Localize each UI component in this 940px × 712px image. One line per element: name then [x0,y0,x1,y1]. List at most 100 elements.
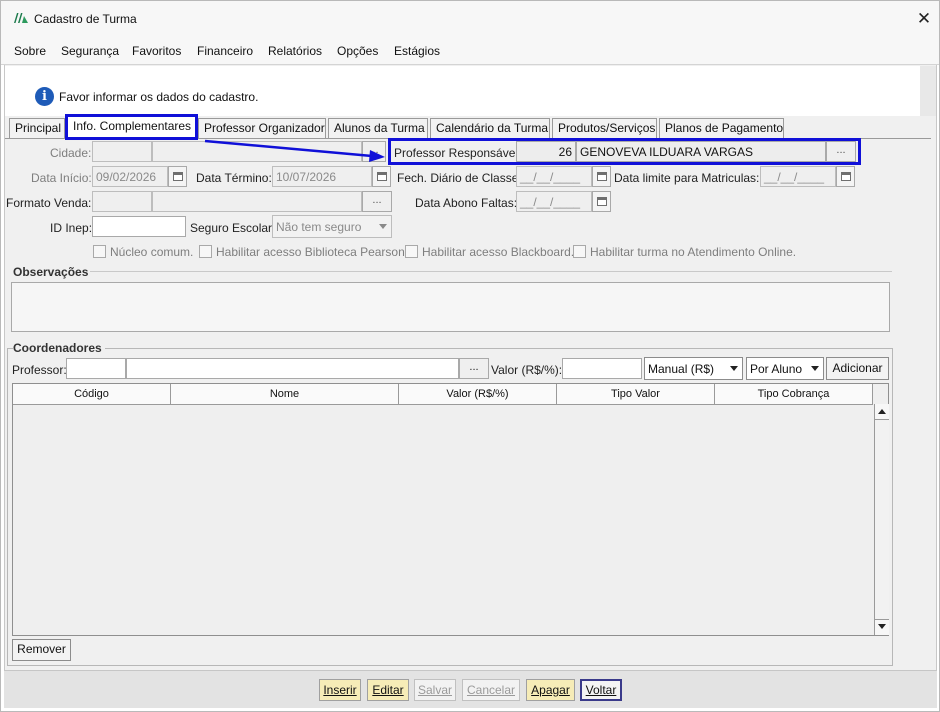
calendar-icon[interactable] [836,166,855,187]
menu-seguranca[interactable]: Segurança [61,44,119,58]
tipo-valor-select[interactable]: Manual (R$) [644,357,743,380]
chevron-down-icon [730,366,738,371]
formato-venda-label: Formato Venda: [6,196,92,210]
tipo-cobranca-select[interactable]: Por Aluno [746,357,824,380]
formato-venda-code-field[interactable] [92,191,152,212]
menu-favoritos[interactable]: Favoritos [132,44,181,58]
cidade-lookup-button[interactable]: ... [362,141,386,162]
seguro-escolar-select[interactable]: Não tem seguro [272,215,392,238]
menu-sobre[interactable]: Sobre [14,44,46,58]
menu-bar: Sobre Segurança Favoritos Financeiro Rel… [1,35,939,65]
inserir-label: Inserir [323,683,357,697]
formato-venda-name-field[interactable] [152,191,362,212]
calendar-icon[interactable] [372,166,391,187]
nucleo-comum-label: Núcleo comum. [110,245,194,259]
data-termino-field[interactable]: 10/07/2026 [272,166,372,187]
atendimento-online-checkbox[interactable] [573,245,586,258]
formato-venda-lookup-button[interactable]: ... [362,191,392,212]
editar-button[interactable]: Editar [367,679,409,701]
blackboard-label: Habilitar acesso Blackboard. [422,245,575,259]
coordenador-professor-code[interactable] [66,358,126,379]
menu-relatorios[interactable]: Relatórios [268,44,322,58]
calendar-icon[interactable] [168,166,187,187]
remover-button[interactable]: Remover [12,639,71,661]
info-scrollbar[interactable] [920,66,936,116]
column-header-codigo[interactable]: Código [13,384,171,405]
data-inicio-label: Data Início: [31,171,92,185]
close-icon[interactable]: ✕ [913,8,935,30]
scroll-up-icon[interactable] [878,409,886,414]
calendar-icon[interactable] [592,166,611,187]
column-header-valor[interactable]: Valor (R$/%) [399,384,557,405]
calendar-icon[interactable] [592,191,611,212]
data-abono-label: Data Abono Faltas: [415,196,518,210]
column-header-tipo-valor[interactable]: Tipo Valor [557,384,715,405]
chevron-down-icon [811,366,819,371]
fech-diario-field[interactable]: __/__/____ [516,166,592,187]
coordenador-professor-name[interactable] [126,358,459,379]
info-icon: i [35,87,54,106]
coordenador-professor-label: Professor: [12,363,67,377]
tab-professor-organizador[interactable]: Professor Organizador [198,118,326,138]
seguro-escolar-value: Não tem seguro [276,220,362,234]
inserir-button[interactable]: Inserir [319,679,361,701]
fech-diario-label: Fech. Diário de Classe: [397,171,522,185]
coordenadores-title: Coordenadores [13,341,105,355]
professor-responsavel-code[interactable]: 26 [516,141,576,162]
tab-produtos-servicos[interactable]: Produtos/Serviços [552,118,657,138]
data-limite-field[interactable]: __/__/____ [760,166,836,187]
valor-field[interactable] [562,358,642,379]
editar-label: Editar [372,683,404,697]
cancelar-button[interactable]: Cancelar [462,679,520,701]
data-inicio-field[interactable]: 09/02/2026 [92,166,168,187]
blackboard-checkbox[interactable] [405,245,418,258]
tipo-valor-value: Manual (R$) [648,362,715,376]
cidade-code-field[interactable] [92,141,152,162]
table-scrollbar[interactable] [874,404,889,635]
nucleo-comum-checkbox[interactable] [93,245,106,258]
cancelar-label: Cancelar [466,683,516,697]
menu-estagios[interactable]: Estágios [394,44,440,58]
title-bar: Cadastro de Turma ✕ [1,1,939,35]
menu-financeiro[interactable]: Financeiro [197,44,253,58]
tab-alunos-da-turma[interactable]: Alunos da Turma [328,118,428,138]
column-header-tipo-cobranca[interactable]: Tipo Cobrança [715,384,873,405]
observacoes-textarea[interactable] [11,282,890,332]
menu-opcoes[interactable]: Opções [337,44,378,58]
scroll-track[interactable] [875,419,889,620]
biblioteca-pearson-label: Habilitar acesso Biblioteca Pearson. [216,245,409,259]
id-inep-field[interactable] [92,216,186,237]
voltar-label: Voltar [585,683,617,697]
professor-responsavel-label: Professor Responsável: [394,146,522,160]
salvar-label: Salvar [417,683,452,697]
window-title: Cadastro de Turma [34,12,137,26]
cidade-label: Cidade: [50,146,92,160]
chevron-down-icon [379,224,387,229]
apagar-button[interactable]: Apagar [526,679,575,701]
scroll-down-icon[interactable] [878,624,886,629]
adicionar-button[interactable]: Adicionar [826,357,889,380]
observacoes-title: Observações [13,265,89,279]
coordenadores-table: Código Nome Valor (R$/%) Tipo Valor Tipo… [12,383,889,636]
data-termino-label: Data Término: [196,171,272,185]
cidade-name-field[interactable] [152,141,362,162]
biblioteca-pearson-checkbox[interactable] [199,245,212,258]
data-abono-field[interactable]: __/__/____ [516,191,592,212]
app-logo-icon [14,13,28,23]
column-header-nome[interactable]: Nome [171,384,399,405]
professor-responsavel-lookup-button[interactable]: ... [826,141,856,162]
tab-principal[interactable]: Principal [9,118,65,138]
tab-info-complementares[interactable]: Info. Complementares [67,116,196,138]
coordenador-lookup-button[interactable]: ... [459,358,489,379]
data-limite-label: Data limite para Matriculas: [614,171,760,185]
apagar-label: Apagar [531,683,570,697]
atendimento-online-label: Habilitar turma no Atendimento Online. [590,245,797,259]
salvar-button[interactable]: Salvar [414,679,456,701]
seguro-escolar-label: Seguro Escolar: [190,221,276,235]
tab-calendario-da-turma[interactable]: Calendário da Turma [430,118,550,138]
tipo-cobranca-value: Por Aluno [750,362,803,376]
voltar-button[interactable]: Voltar [580,679,622,701]
valor-label: Valor (R$/%): [491,363,563,377]
professor-responsavel-name[interactable]: GENOVEVA ILDUARA VARGAS [576,141,826,162]
tab-planos-de-pagamento[interactable]: Planos de Pagamento [659,118,784,138]
